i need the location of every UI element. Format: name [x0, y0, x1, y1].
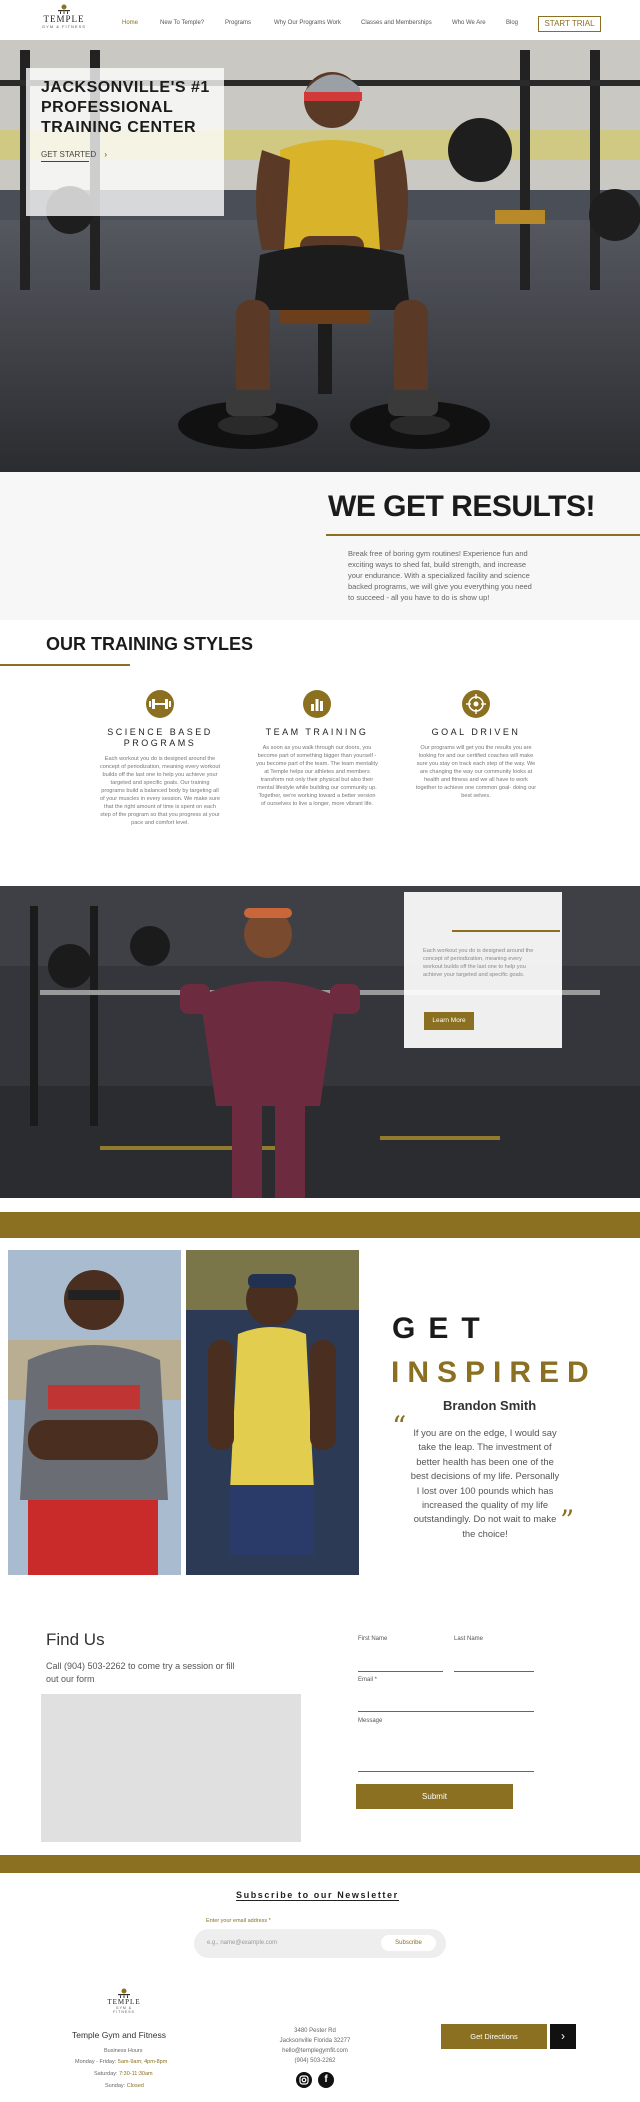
first-name-field[interactable] [358, 1671, 443, 1672]
site-header: TEMPLE GYM & FITNESS Home New To Temple?… [0, 0, 640, 40]
address-line-2: Jacksonville Florida 32277 [279, 2038, 351, 2044]
hours-saturday-value: 7:30-11:30am [119, 2071, 153, 2077]
message-label: Message [358, 1718, 383, 1724]
feature-body: Each workout you do is designed around t… [99, 756, 221, 826]
learn-more-button[interactable]: Learn More [424, 1012, 474, 1030]
feature-science-based: SCIENCE BASED PROGRAMS Each workout you … [99, 690, 221, 827]
find-us-title: Find Us [46, 1630, 105, 1649]
get-directions-button[interactable]: Get Directions [441, 2024, 547, 2049]
facebook-icon[interactable]: f [318, 2072, 334, 2088]
business-hours-title: Business Hours [104, 2048, 143, 2054]
feature-team-training: TEAM TRAINING As soon as you walk throug… [256, 690, 378, 808]
start-trial-button[interactable]: START TRIAL [538, 16, 601, 32]
chevron-right-icon: › [104, 150, 108, 159]
nav-home[interactable]: Home [122, 20, 138, 26]
gold-divider-band [0, 1855, 640, 1873]
target-icon [462, 690, 490, 718]
inspired-heading: INSPIRED [391, 1356, 597, 1389]
get-started-underline [41, 161, 89, 162]
nav-blog[interactable]: Blog [506, 20, 518, 26]
last-name-field[interactable] [454, 1671, 534, 1672]
footer-logo-text: TEMPLE [107, 1998, 141, 2006]
nav-programs[interactable]: Programs [225, 20, 251, 26]
hours-weekday: Monday - Friday: 5am-9am; 4pm-8pm [75, 2059, 167, 2065]
temple-logo-icon [58, 4, 70, 14]
promo-card-divider [452, 930, 560, 932]
hours-saturday: Saturday: 7:30-11:30am [94, 2071, 153, 2077]
testimonial-name: Brandon Smith [443, 1398, 537, 1413]
chevron-right-icon[interactable]: › [550, 2024, 576, 2049]
nav-classes-memberships[interactable]: Classes and Memberships [361, 20, 432, 26]
footer-logo[interactable]: TEMPLE GYM & FITNESS [104, 1988, 144, 2014]
email-label: Email * [358, 1677, 378, 1683]
feature-body: As soon as you walk through our doors, y… [256, 745, 378, 807]
footer-address: 3480 Pester Rd Jacksonville Florida 3227… [270, 2026, 360, 2066]
promo-card-body: Each workout you do is designed around t… [423, 948, 534, 978]
find-us-body: Call (904) 503-2262 to come try a sessio… [46, 1661, 235, 1684]
footer-business-name: Temple Gym and Fitness [72, 2030, 167, 2040]
footer-logo-subtext: GYM & FITNESS [113, 2006, 135, 2014]
footer-email-link[interactable]: hello@templegymfit.com [270, 2046, 360, 2056]
footer-phone[interactable]: (904) 503-2262 [270, 2056, 360, 2066]
feature-goal-driven: GOAL DRIVEN Our programs will get you th… [415, 690, 537, 800]
address-line-1: 3480 Pester Rd [294, 2028, 336, 2034]
get-heading: GET [392, 1312, 493, 1345]
training-styles-title: OUR TRAINING STYLES [46, 634, 254, 654]
message-field[interactable] [358, 1771, 534, 1772]
results-body: Break free of boring gym routines! Exper… [348, 549, 532, 602]
logo-subtext: GYM & FITNESS [42, 24, 86, 29]
feature-title: TEAM TRAINING [265, 727, 369, 737]
hours-saturday-label: Saturday: [94, 2071, 118, 2077]
newsletter-email-input[interactable]: e.g., name@example.com [207, 1940, 277, 1946]
get-started-label: GET STARTED [41, 150, 97, 159]
quote-close-icon: ” [560, 1504, 575, 1537]
last-name-label: Last Name [454, 1636, 484, 1642]
training-styles-divider [0, 664, 130, 666]
feature-body: Our programs will get you the results yo… [415, 745, 537, 799]
first-name-label: First Name [358, 1636, 388, 1642]
email-field[interactable] [358, 1711, 534, 1712]
testimonial-quote: If you are on the edge, I would say take… [410, 1427, 560, 1539]
nav-why-programs-work[interactable]: Why Our Programs Work [274, 20, 341, 26]
quote-open-icon: “ [392, 1410, 407, 1443]
subscribe-button[interactable]: Subscribe [381, 1935, 436, 1951]
hero-title: JACKSONVILLE'S #1 PROFESSIONAL TRAINING … [41, 79, 210, 136]
get-started-link[interactable]: GET STARTED › [41, 150, 107, 159]
instagram-icon[interactable] [296, 2072, 312, 2088]
temple-logo-icon [118, 1988, 130, 1998]
testimonial-photo-before [8, 1250, 181, 1575]
nav-who-we-are[interactable]: Who We Are [452, 20, 486, 26]
feature-title: SCIENCE BASED PROGRAMS [107, 727, 213, 748]
hours-weekday-label: Monday - Friday: [75, 2059, 117, 2065]
newsletter-title: Subscribe to our Newsletter [236, 1890, 399, 1901]
newsletter-email-label: Enter your email address * [206, 1918, 271, 1924]
hours-sunday: Sunday: Closed [105, 2083, 144, 2089]
testimonial-photo-after [186, 1250, 359, 1575]
bar-chart-icon [303, 690, 331, 718]
feature-title: GOAL DRIVEN [431, 727, 521, 737]
hours-sunday-label: Sunday: [105, 2083, 126, 2089]
nav-new-to-temple[interactable]: New To Temple? [160, 20, 204, 26]
submit-button[interactable]: Submit [356, 1784, 513, 1809]
location-map[interactable] [41, 1694, 301, 1842]
dumbbell-icon [146, 690, 174, 718]
results-title: WE GET RESULTS! [328, 490, 595, 523]
hours-sunday-value: Closed [126, 2083, 144, 2089]
hours-weekday-value: 5am-9am; 4pm-8pm [117, 2059, 168, 2065]
logo-text: TEMPLE [43, 14, 85, 24]
results-divider [326, 534, 640, 536]
gold-divider-band [0, 1212, 640, 1238]
site-logo[interactable]: TEMPLE GYM & FITNESS [38, 4, 90, 36]
